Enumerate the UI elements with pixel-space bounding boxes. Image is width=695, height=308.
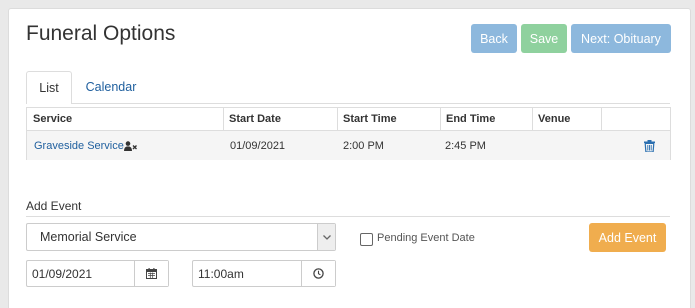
trash-icon[interactable] <box>644 131 655 161</box>
pending-event-date-checkbox[interactable] <box>360 233 373 246</box>
user-x-icon <box>124 131 137 161</box>
column-header-start-date: Start Date <box>229 113 281 125</box>
add-event-button[interactable]: Add Event <box>589 223 666 252</box>
column-divider <box>440 108 441 130</box>
event-type-select[interactable]: Memorial Service <box>26 223 336 251</box>
event-date-input[interactable] <box>27 261 135 286</box>
service-link[interactable]: Graveside Service <box>34 131 124 161</box>
column-divider <box>532 108 533 130</box>
tab-divider <box>26 103 670 104</box>
event-date-field <box>26 260 169 287</box>
column-header-start-time: Start Time <box>343 113 397 125</box>
start-date-cell: 01/09/2021 <box>230 140 286 152</box>
column-header-service: Service <box>33 113 73 125</box>
event-time-input[interactable] <box>193 261 302 286</box>
add-event-divider <box>26 216 670 217</box>
clock-icon[interactable] <box>301 261 335 286</box>
end-time-cell: 2:45 PM <box>445 140 486 152</box>
back-button[interactable]: Back <box>471 24 517 53</box>
column-header-end-time: End Time <box>446 113 496 125</box>
add-event-heading: Add Event <box>26 199 82 213</box>
start-time-cell: 2:00 PM <box>343 140 384 152</box>
column-header-venue: Venue <box>538 113 571 125</box>
tab-list[interactable]: List <box>26 71 72 104</box>
calendar-icon[interactable] <box>134 261 168 286</box>
table-row[interactable]: Graveside Service 01/09/2021 2:00 PM 2:4… <box>27 130 670 160</box>
chevron-down-icon[interactable] <box>317 224 335 250</box>
event-type-value: Memorial Service <box>40 230 137 244</box>
events-table: Service Start Date Start Time End Time V… <box>26 107 671 160</box>
next-obituary-button[interactable]: Next: Obituary <box>571 24 671 53</box>
column-divider <box>601 108 602 130</box>
page-title: Funeral Options <box>26 22 176 45</box>
tab-calendar[interactable]: Calendar <box>75 71 147 103</box>
save-button[interactable]: Save <box>521 24 567 53</box>
column-divider <box>223 108 224 130</box>
column-divider <box>337 108 338 130</box>
pending-event-date-label: Pending Event Date <box>377 232 475 244</box>
event-time-field <box>192 260 336 287</box>
